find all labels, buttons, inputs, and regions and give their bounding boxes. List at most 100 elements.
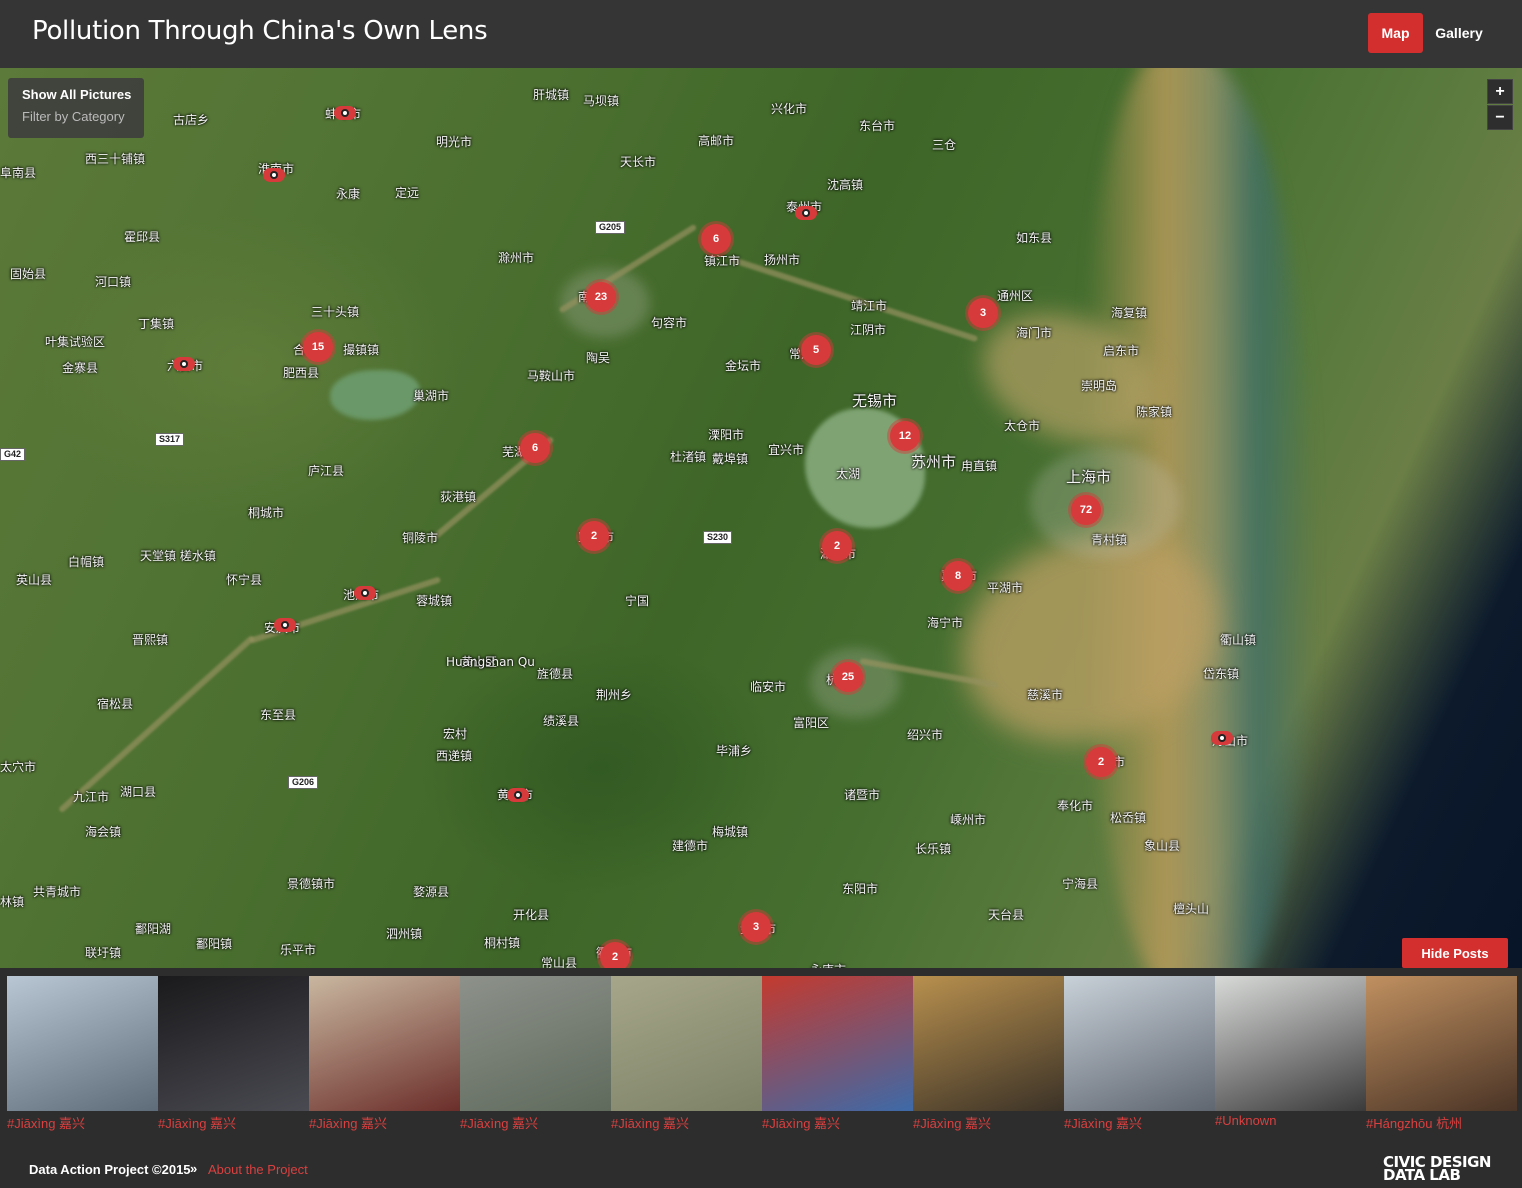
map-place-label: 宁海县 [1062,877,1099,891]
photo-cluster-marker[interactable]: 6 [520,433,550,463]
photo-cluster-marker[interactable]: 23 [586,282,616,312]
nav-gallery-button[interactable]: Gallery [1432,13,1486,53]
photo-cluster-marker[interactable]: 3 [741,912,771,942]
photo-cluster-marker[interactable]: 2 [579,521,609,551]
gallery-thumbnail[interactable]: #Jiāxìng 嘉兴 [762,976,913,1131]
map-place-label: 岱东镇 [1203,667,1240,681]
map-place-label: 太湖 [836,467,861,481]
thumbnail-image[interactable] [611,976,762,1111]
thumbnail-image[interactable] [158,976,309,1111]
thumbnail-location-tag[interactable]: #Jiāxìng 嘉兴 [1064,1113,1142,1132]
thumbnail-location-tag[interactable]: #Hángzhōu 杭州 [1366,1113,1462,1132]
photo-cluster-marker[interactable]: 3 [968,298,998,328]
map-place-label: 三十头镇 [311,305,360,319]
camera-pin-icon[interactable] [507,788,529,802]
filter-by-category-link[interactable]: Filter by Category [22,109,125,124]
map-place-label: 宏村 [443,727,468,741]
photo-cluster-marker[interactable]: 5 [801,335,831,365]
zoom-in-button[interactable]: + [1487,79,1513,104]
map-place-label: 荻港镇 [440,490,477,504]
thumbnail-location-tag[interactable]: #Jiāxìng 嘉兴 [309,1113,387,1132]
map-place-label: 宁国 [625,594,650,608]
map-place-label: 太穴市 [0,760,37,774]
map-place-label: 乐平市 [280,943,317,957]
map-place-label: 固始县 [10,267,47,281]
map-place-label: 宜兴市 [768,443,805,457]
map-place-label: 阜南县 [0,166,37,180]
gallery-thumbnail[interactable]: #Hángzhōu 杭州 [1366,976,1517,1131]
photo-cluster-marker[interactable]: 8 [943,561,973,591]
thumbnail-location-tag[interactable]: #Jiāxìng 嘉兴 [762,1113,840,1132]
about-project-link[interactable]: About the Project [208,1162,308,1177]
gallery-thumbnail[interactable]: #Jiāxìng 嘉兴 [460,976,611,1131]
photo-cluster-marker[interactable]: 2 [1086,747,1116,777]
nav-map-button[interactable]: Map [1368,13,1423,53]
show-all-pictures-link[interactable]: Show All Pictures [22,87,131,102]
hide-posts-button[interactable]: Hide Posts [1402,938,1508,968]
camera-pin-icon[interactable] [263,168,285,182]
thumbnail-image[interactable] [762,976,913,1111]
map-place-label: 东台市 [859,119,896,133]
camera-pin-icon[interactable] [274,618,296,632]
map-place-label: 沈高镇 [827,178,864,192]
zoom-out-button[interactable]: − [1487,105,1513,130]
thumbnail-image[interactable] [460,976,611,1111]
map-place-label: 金坛市 [725,359,762,373]
map-place-label: 绩溪县 [543,714,580,728]
camera-pin-icon[interactable] [334,106,356,120]
map-place-label: 庐江县 [308,464,345,478]
map-place-label: 旌德县 [537,667,574,681]
photo-cluster-marker[interactable]: 6 [701,224,731,254]
thumbnail-location-tag[interactable]: #Jiāxìng 嘉兴 [460,1113,538,1132]
photo-cluster-marker[interactable]: 72 [1071,495,1101,525]
thumbnail-location-tag[interactable]: #Jiāxìng 嘉兴 [7,1113,85,1132]
map-place-label: 巢湖市 [413,389,450,403]
camera-pin-icon[interactable] [795,206,817,220]
road-shield: G206 [288,776,319,789]
map-place-label: 肝城镇 [533,88,570,102]
gallery-thumbnail[interactable]: #Jiāxìng 嘉兴 [913,976,1064,1131]
map-place-label: 河口镇 [95,275,132,289]
thumbnail-location-tag[interactable]: #Jiāxìng 嘉兴 [913,1113,991,1132]
road-shield: G205 [595,221,626,234]
map-place-label: 晋熙镇 [132,633,169,647]
gallery-thumbnail[interactable]: #Jiāxìng 嘉兴 [611,976,762,1131]
gallery-thumbnail[interactable]: #Jiāxìng 嘉兴 [7,976,158,1131]
photo-cluster-marker[interactable]: 2 [822,531,852,561]
map-place-label: 马坝镇 [583,94,620,108]
map-place-label: 海宁市 [927,616,964,630]
map-place-label: 丁集镇 [138,317,175,331]
satellite-map[interactable]: 古店乡西三十铺镇阜南县淮南市蚌埠市肝城镇马坝镇明光市兴化市东台市三仓高邮市天长市… [0,68,1522,968]
thumbnail-location-tag[interactable]: #Jiāxìng 嘉兴 [611,1113,689,1132]
thumbnail-image[interactable] [1366,976,1517,1111]
map-place-label: 古店乡 [173,113,210,127]
thumbnail-location-tag[interactable]: #Jiāxìng 嘉兴 [158,1113,236,1132]
map-place-label: 桐城市 [248,506,285,520]
map-place-label: 溧阳市 [708,428,745,442]
civic-data-design-lab-logo[interactable]: CIVIC DESIGN DATA LAB [1383,1155,1495,1186]
map-place-label: 共青城市 [33,885,82,899]
photo-cluster-marker[interactable]: 15 [303,332,333,362]
thumbnail-location-tag[interactable]: #Unknown [1215,1113,1276,1128]
camera-pin-icon[interactable] [1211,731,1233,745]
map-place-label: 铜陵市 [402,531,439,545]
map-place-label: 桐村镇 [484,936,521,950]
thumbnail-image[interactable] [913,976,1064,1111]
thumbnail-image[interactable] [309,976,460,1111]
thumbnail-image[interactable] [7,976,158,1111]
map-place-label: 奉化市 [1057,799,1094,813]
map-place-label: 鄱阳湖 [135,922,172,936]
map-place-label: 撮镇镇 [343,343,380,357]
photo-cluster-marker[interactable]: 2 [600,942,630,968]
thumbnail-image[interactable] [1064,976,1215,1111]
gallery-thumbnail[interactable]: #Jiāxìng 嘉兴 [309,976,460,1131]
gallery-thumbnail[interactable]: #Jiāxìng 嘉兴 [1064,976,1215,1131]
photo-cluster-marker[interactable]: 12 [890,421,920,451]
gallery-thumbnail[interactable]: #Jiāxìng 嘉兴 [158,976,309,1131]
photo-cluster-marker[interactable]: 25 [833,662,863,692]
camera-pin-icon[interactable] [354,586,376,600]
map-place-label: 青村镇 [1091,533,1128,547]
camera-pin-icon[interactable] [173,357,195,371]
gallery-thumbnail[interactable]: #Unknown [1215,976,1366,1128]
thumbnail-image[interactable] [1215,976,1366,1111]
